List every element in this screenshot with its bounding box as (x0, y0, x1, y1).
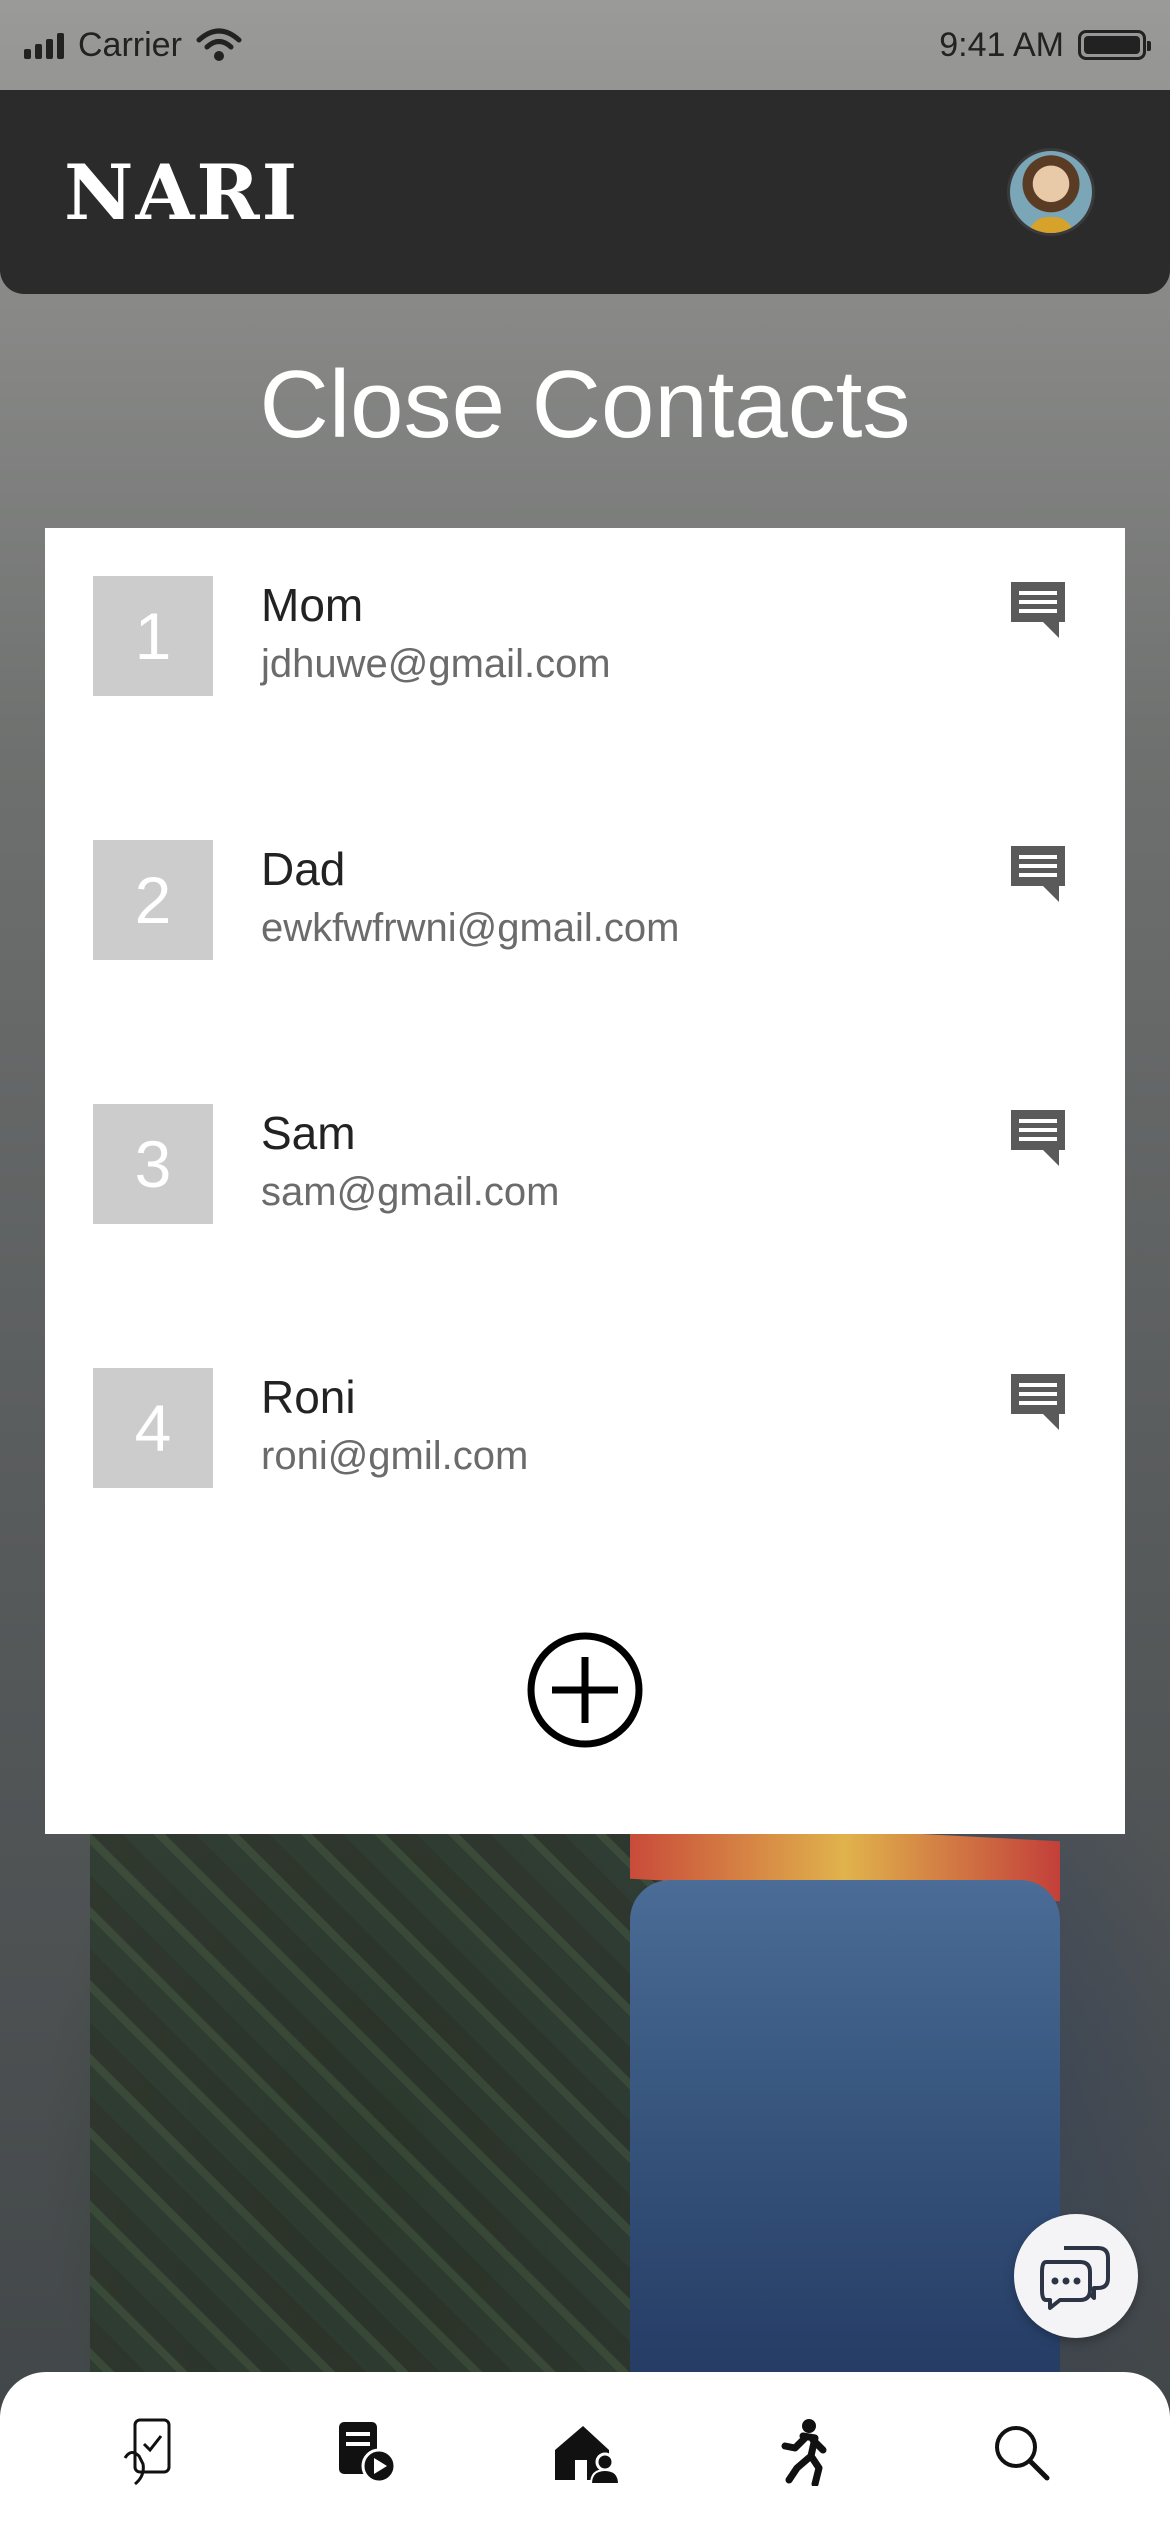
message-icon (1011, 582, 1065, 638)
app-header: NARI (0, 90, 1170, 294)
carrier-label: Carrier (78, 25, 182, 64)
clock: 9:41 AM (939, 25, 1064, 64)
contact-email: jdhuwe@gmail.com (261, 642, 611, 686)
contact-row[interactable]: 3 Sam sam@gmail.com (45, 1104, 1125, 1224)
chat-bubbles-icon (1040, 2246, 1110, 2310)
document-play-icon (339, 2422, 397, 2484)
message-button[interactable] (1005, 576, 1071, 642)
contact-name: Mom (261, 579, 364, 631)
search-icon (995, 2426, 1050, 2481)
nav-phone-safety[interactable] (104, 2407, 194, 2497)
contact-name: Dad (261, 843, 346, 895)
message-icon (1011, 1374, 1065, 1430)
contact-email: sam@gmail.com (261, 1170, 560, 1214)
message-icon (1011, 1110, 1065, 1166)
battery-icon (1078, 30, 1151, 60)
home-person-icon (555, 2426, 619, 2484)
contact-row[interactable]: 2 Dad ewkfwfrwni@gmail.com (45, 840, 1125, 960)
contact-number-badge: 1 (93, 576, 213, 696)
contact-name: Sam (261, 1107, 356, 1159)
status-bar: Carrier 9:41 AM (0, 0, 1170, 90)
status-right: 9:41 AM (939, 25, 1151, 65)
nav-videos[interactable] (322, 2407, 412, 2497)
contact-number-badge: 4 (93, 1368, 213, 1488)
plus-circle-icon (527, 1632, 643, 1748)
contact-email: roni@gmil.com (261, 1434, 529, 1478)
nav-search[interactable] (976, 2407, 1066, 2497)
contact-email: ewkfwfrwni@gmail.com (261, 906, 680, 950)
add-contact-button[interactable] (527, 1632, 643, 1748)
page-title: Close Contacts (259, 351, 911, 458)
status-left: Carrier (24, 26, 242, 65)
nav-home[interactable] (540, 2407, 630, 2497)
chat-fab-button[interactable] (1014, 2214, 1138, 2338)
contact-row[interactable]: 1 Mom jdhuwe@gmail.com (45, 576, 1125, 696)
contacts-card: 1 Mom jdhuwe@gmail.com 2 Dad ewkfwfrwni@… (45, 528, 1125, 1834)
message-button[interactable] (1005, 1368, 1071, 1434)
contact-row[interactable]: 4 Roni roni@gmil.com (45, 1368, 1125, 1488)
contact-number-badge: 2 (93, 840, 213, 960)
bottom-nav (0, 2372, 1170, 2532)
background-figure-saree (90, 1830, 690, 2390)
contact-number-badge: 3 (93, 1104, 213, 1224)
signal-icon (24, 31, 64, 59)
contact-name: Roni (261, 1371, 356, 1423)
user-avatar[interactable] (1007, 148, 1095, 236)
message-icon (1011, 846, 1065, 902)
walking-person-icon (781, 2419, 827, 2486)
message-button[interactable] (1005, 840, 1071, 906)
phone-check-icon (123, 2418, 171, 2486)
wifi-icon (196, 28, 242, 61)
nav-walk[interactable] (758, 2407, 848, 2497)
app-logo[interactable]: NARI (64, 148, 299, 237)
message-button[interactable] (1005, 1104, 1071, 1170)
background-figure-uniform (630, 1880, 1060, 2400)
